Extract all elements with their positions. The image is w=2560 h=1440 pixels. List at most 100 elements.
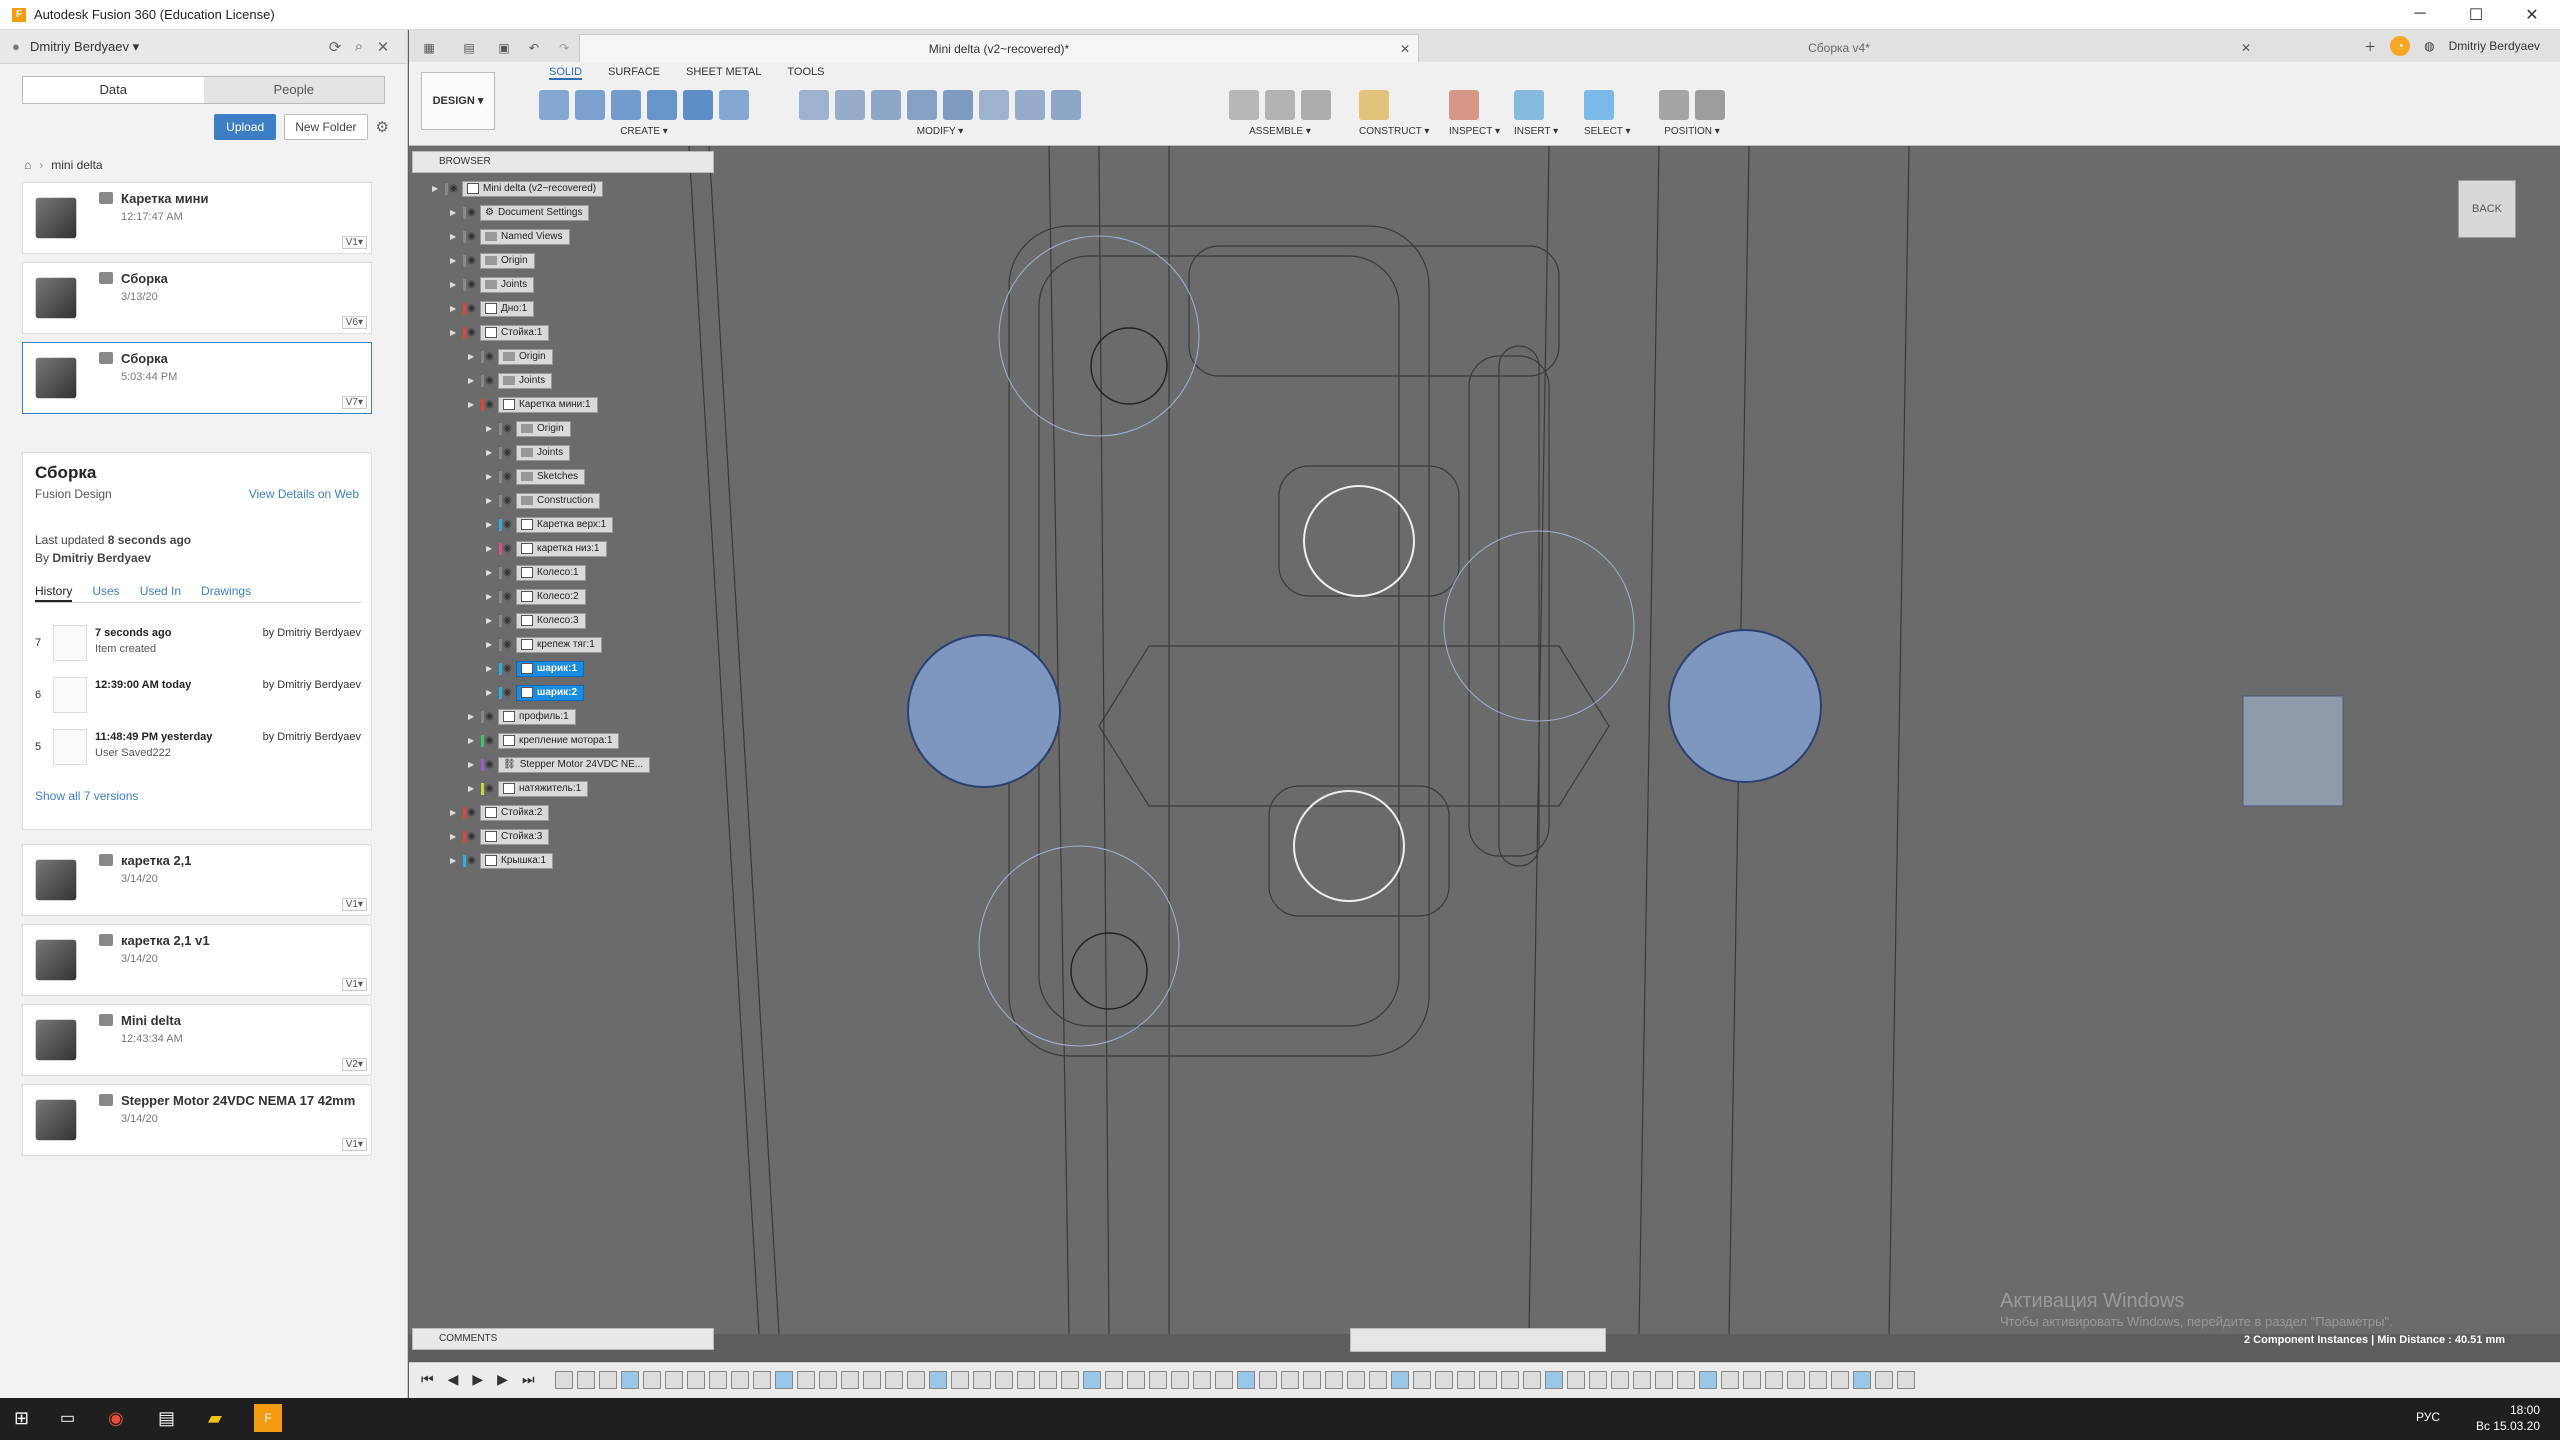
timeline-feature-icon[interactable] bbox=[1127, 1371, 1145, 1389]
show-all-versions-link[interactable]: Show all 7 versions bbox=[35, 789, 138, 803]
timeline-feature-icon[interactable] bbox=[1633, 1371, 1651, 1389]
timeline-feature-icon[interactable] bbox=[1655, 1371, 1673, 1389]
tool-icon[interactable] bbox=[799, 90, 829, 120]
tool-icon[interactable] bbox=[1301, 90, 1331, 120]
viewcube[interactable]: BACK bbox=[2458, 180, 2516, 238]
timeline-feature-icon[interactable] bbox=[1083, 1371, 1101, 1389]
file-card[interactable]: каретка 2,1 3/14/20 V1▾ bbox=[22, 844, 372, 916]
timeline-feature-icon[interactable] bbox=[819, 1371, 837, 1389]
timeline-feature-icon[interactable] bbox=[885, 1371, 903, 1389]
tool-icon[interactable] bbox=[1695, 90, 1725, 120]
visibility-eye-icon[interactable]: ◉ bbox=[499, 686, 513, 699]
browser-node[interactable]: ▶ ◉ крепеж тяг:1 bbox=[486, 636, 602, 653]
timeline-feature-icon[interactable] bbox=[1435, 1371, 1453, 1389]
file-card[interactable]: Сборка 5:03:44 PM V7▾ bbox=[22, 342, 372, 414]
canvas-viewport[interactable] bbox=[409, 146, 2560, 1334]
timeline-feature-icon[interactable] bbox=[929, 1371, 947, 1389]
notepad-icon[interactable]: ▤ bbox=[158, 1408, 175, 1429]
timeline-feature-icon[interactable] bbox=[1369, 1371, 1387, 1389]
version-badge[interactable]: V2▾ bbox=[341, 1058, 367, 1071]
timeline-feature-icon[interactable] bbox=[995, 1371, 1013, 1389]
visibility-eye-icon[interactable]: ◉ bbox=[463, 302, 477, 315]
breadcrumb-folder[interactable]: mini delta bbox=[51, 158, 102, 172]
toolbar-group-label[interactable]: INSERT ▾ bbox=[1514, 126, 1558, 137]
tab-uses[interactable]: Uses bbox=[92, 581, 119, 602]
expand-arrow-icon[interactable]: ▶ bbox=[486, 664, 496, 673]
browser-node[interactable]: ▶ ◉ Стойка:3 bbox=[450, 828, 550, 845]
visibility-eye-icon[interactable]: ◉ bbox=[499, 662, 513, 675]
visibility-eye-icon[interactable]: ◉ bbox=[499, 470, 513, 483]
browser-node[interactable]: ▶ ◉ Крышка:1 bbox=[450, 852, 554, 869]
tool-icon[interactable] bbox=[1229, 90, 1259, 120]
version-badge[interactable]: V1▾ bbox=[341, 236, 367, 249]
expand-arrow-icon[interactable]: ▶ bbox=[450, 328, 460, 337]
visibility-eye-icon[interactable]: ◉ bbox=[481, 734, 495, 747]
version-badge[interactable]: V7▾ bbox=[341, 396, 367, 409]
tool-icon[interactable] bbox=[1051, 90, 1081, 120]
expand-arrow-icon[interactable]: ▶ bbox=[486, 496, 496, 505]
timeline-feature-icon[interactable] bbox=[731, 1371, 749, 1389]
visibility-eye-icon[interactable]: ◉ bbox=[499, 566, 513, 579]
browser-node[interactable]: ▶ ◉ Стойка:1 bbox=[450, 324, 550, 341]
browser-node[interactable]: ▶ ◉ шарик:1 bbox=[486, 660, 585, 677]
file-menu-icon[interactable]: ▤ bbox=[449, 34, 489, 62]
doc-tab-active[interactable]: Mini delta (v2~recovered)* ✕ bbox=[579, 34, 1419, 62]
expand-arrow-icon[interactable]: ▶ bbox=[486, 424, 496, 433]
timeline-feature-icon[interactable] bbox=[1853, 1371, 1871, 1389]
ball-1[interactable] bbox=[907, 634, 1061, 788]
timeline-feature-icon[interactable] bbox=[1105, 1371, 1123, 1389]
expand-arrow-icon[interactable]: ▶ bbox=[486, 448, 496, 457]
tab-drawings[interactable]: Drawings bbox=[201, 581, 251, 602]
browser-node[interactable]: ▶ ◉ Sketches bbox=[486, 468, 586, 485]
timeline-feature-icon[interactable] bbox=[1545, 1371, 1563, 1389]
timeline-feature-icon[interactable] bbox=[1501, 1371, 1519, 1389]
user-name[interactable]: Dmitriy Berdyaev bbox=[2449, 39, 2540, 53]
timeline-play-icon[interactable]: ▶ bbox=[472, 1371, 483, 1388]
workspace-switcher[interactable]: DESIGN ▾ bbox=[421, 72, 495, 130]
timeline-feature-icon[interactable] bbox=[1523, 1371, 1541, 1389]
expand-arrow-icon[interactable]: ▶ bbox=[486, 520, 496, 529]
tab-history[interactable]: History bbox=[35, 581, 73, 602]
expand-arrow-icon[interactable]: ▶ bbox=[450, 832, 460, 841]
visibility-eye-icon[interactable]: ◉ bbox=[481, 782, 495, 795]
timeline-feature-icon[interactable] bbox=[1875, 1371, 1893, 1389]
expand-arrow-icon[interactable]: ▶ bbox=[468, 712, 478, 721]
timeline-feature-icon[interactable] bbox=[1039, 1371, 1057, 1389]
tool-icon[interactable] bbox=[575, 90, 605, 120]
tool-icon[interactable] bbox=[1359, 90, 1389, 120]
timeline-feature-icon[interactable] bbox=[1699, 1371, 1717, 1389]
timeline-feature-icon[interactable] bbox=[753, 1371, 771, 1389]
help-icon[interactable]: ◍ bbox=[2424, 39, 2434, 53]
redo-icon[interactable]: ↷ bbox=[549, 34, 579, 62]
visibility-eye-icon[interactable]: ◉ bbox=[463, 254, 477, 267]
browser-node[interactable]: ▶ ◉ Колесо:2 bbox=[486, 588, 586, 605]
browser-node[interactable]: ▶ ◉ ⛓ Stepper Motor 24VDC NE... bbox=[468, 756, 651, 773]
upload-button[interactable]: Upload bbox=[214, 114, 277, 140]
timeline-feature-icon[interactable] bbox=[1479, 1371, 1497, 1389]
expand-arrow-icon[interactable]: ▶ bbox=[486, 592, 496, 601]
timeline-end-icon[interactable]: ⏭ bbox=[522, 1371, 535, 1388]
user-menu[interactable]: Dmitriy Berdyaev ▾ bbox=[30, 39, 323, 55]
toolbar-group-label[interactable]: ASSEMBLE ▾ bbox=[1229, 126, 1331, 137]
expand-arrow-icon[interactable]: ▶ bbox=[468, 736, 478, 745]
timeline-feature-icon[interactable] bbox=[907, 1371, 925, 1389]
visibility-eye-icon[interactable]: ◉ bbox=[445, 182, 459, 195]
timeline-forward-icon[interactable]: ▶ bbox=[497, 1371, 508, 1388]
expand-arrow-icon[interactable]: ▶ bbox=[486, 640, 496, 649]
expand-arrow-icon[interactable]: ▶ bbox=[486, 472, 496, 481]
timeline-feature-icon[interactable] bbox=[973, 1371, 991, 1389]
visibility-eye-icon[interactable]: ◉ bbox=[481, 398, 495, 411]
tool-icon[interactable] bbox=[1584, 90, 1614, 120]
close-button[interactable]: ✕ bbox=[2504, 5, 2560, 25]
timeline-feature-icon[interactable] bbox=[1787, 1371, 1805, 1389]
version-badge[interactable]: V6▾ bbox=[341, 316, 367, 329]
version-badge[interactable]: V1▾ bbox=[341, 978, 367, 991]
model-part[interactable] bbox=[2242, 695, 2344, 807]
timeline-feature-icon[interactable] bbox=[1149, 1371, 1167, 1389]
timeline-feature-icon[interactable] bbox=[1809, 1371, 1827, 1389]
browser-header[interactable]: BROWSER bbox=[412, 151, 714, 173]
visibility-eye-icon[interactable]: ◉ bbox=[499, 638, 513, 651]
new-tab-icon[interactable]: ＋ bbox=[2364, 38, 2376, 55]
file-card[interactable]: Каретка мини 12:17:47 AM V1▾ bbox=[22, 182, 372, 254]
expand-arrow-icon[interactable]: ▶ bbox=[450, 280, 460, 289]
